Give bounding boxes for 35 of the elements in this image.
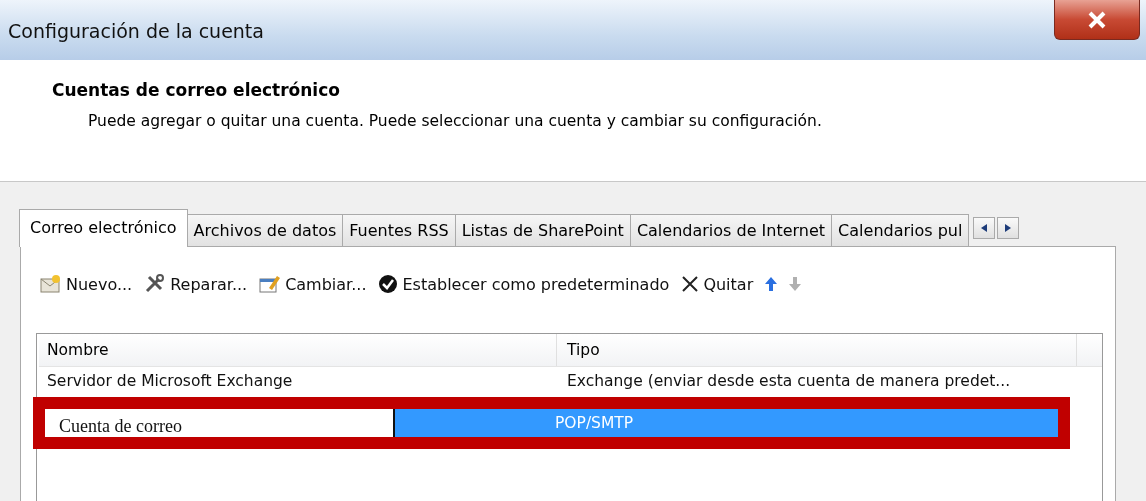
column-header[interactable]: Nombre (39, 334, 557, 366)
account-name: Servidor de Microsoft Exchange (46, 372, 294, 390)
tab[interactable]: Calendarios pul (831, 214, 970, 246)
close-icon (1086, 10, 1108, 29)
repair-button[interactable]: Reparar... (140, 272, 252, 296)
account-row[interactable]: Cuenta de correo POP/SMTP (45, 409, 1058, 437)
tab[interactable]: Correo electrónico (19, 209, 188, 247)
section-description: Puede agregar o quitar una cuenta. Puede seleccionar una cuenta y cambiar su configuración. (88, 112, 823, 130)
tab[interactable]: Archivos de datos (186, 214, 344, 246)
right-arrow-icon (1005, 224, 1012, 232)
default-button[interactable]: Establecer como predeterminado (374, 272, 674, 296)
envelope-icon (40, 274, 62, 294)
remove-button[interactable]: Quitar (677, 272, 758, 296)
section-title: Cuentas de correo electrónico (52, 80, 341, 100)
account-row[interactable]: Servidor de Microsoft Exchange Exchange (enviar desde esta cuenta de manera predet... (31, 367, 1102, 395)
down-arrow-icon (789, 277, 802, 291)
tab[interactable]: Calendarios de Internet (629, 214, 833, 246)
tab[interactable]: Listas de SharePoint (454, 214, 631, 246)
tab[interactable]: Fuentes RSS (342, 214, 456, 246)
column-header[interactable]: Tipo (557, 334, 1077, 366)
scroll-right-button[interactable] (997, 217, 1020, 239)
close-icon (681, 275, 700, 293)
scroll-left-button[interactable] (973, 217, 996, 239)
change-button[interactable]: Cambiar... (255, 272, 371, 296)
left-arrow-icon (981, 224, 988, 232)
account-name: Cuenta de correo (45, 409, 395, 437)
checkmark-icon (378, 274, 399, 294)
account-type: Exchange (enviar desde esta cuenta de manera predet... (566, 372, 1012, 390)
account-type: POP/SMTP (554, 414, 635, 432)
new-button[interactable]: Nuevo... (36, 272, 137, 296)
up-arrow-icon (765, 277, 778, 291)
tools-icon (144, 274, 167, 294)
window-title: Configuración de la cuenta (8, 20, 264, 42)
close-button[interactable] (1054, 0, 1140, 40)
settings-window-icon (259, 274, 282, 294)
